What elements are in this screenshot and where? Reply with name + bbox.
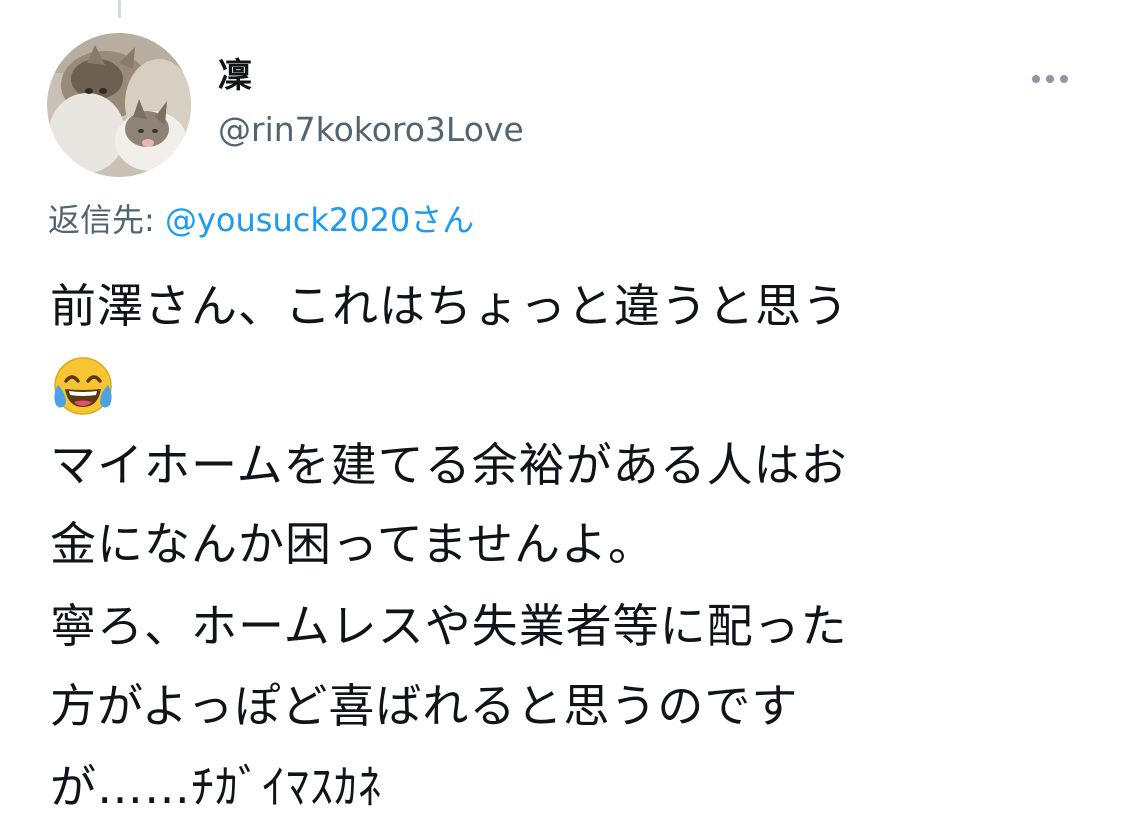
reply-prefix: 返信先: (48, 201, 155, 239)
author-handle[interactable]: @rin7kokoro3Love (218, 108, 524, 152)
tweet-text-line: マイホームを建てる余裕がある人はお (50, 438, 848, 492)
author-display-name[interactable]: 凜 (218, 54, 252, 98)
tweet-text-line: 方がよっぽど喜ばれると思うのです (50, 679, 799, 733)
face-with-tears-of-joy-icon (50, 355, 116, 421)
tweet-text-line: が……ﾁｶﾞｲﾏｽｶﾈ (50, 760, 382, 814)
author-avatar[interactable] (47, 33, 191, 177)
tweet-text-line: 前澤さん、これはちょっと違うと思う (50, 279, 849, 333)
tweet-text-line: 寧ろ、ホームレスや失業者等に配った (50, 599, 848, 653)
more-options-button[interactable] (1022, 60, 1078, 98)
more-dots-icon (1032, 75, 1040, 83)
more-dots-icon (1046, 75, 1054, 83)
thread-connector-line (118, 0, 121, 18)
tweet-text-line: 金になんか困ってませんよ。 (50, 517, 656, 571)
more-dots-icon (1060, 75, 1068, 83)
reply-mention-link[interactable]: @yousuck2020さん (165, 201, 474, 239)
reply-context: 返信先: @yousuck2020さん (48, 198, 474, 242)
cat-avatar-icon (47, 33, 191, 177)
